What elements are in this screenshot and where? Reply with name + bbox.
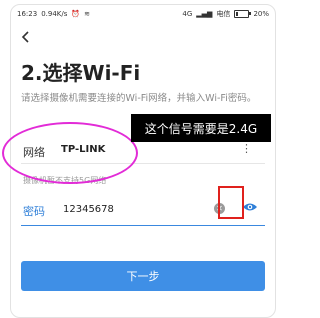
password-input[interactable]: 12345678 [63, 204, 114, 215]
signal-bars-icon: ▂▄▆ [196, 10, 213, 18]
password-label: 密码 [23, 205, 45, 218]
battery-icon [234, 10, 252, 18]
back-button[interactable] [18, 29, 34, 45]
signal-text: 4G [182, 10, 193, 18]
chevron-left-icon [21, 31, 29, 43]
highlight-ellipse [2, 122, 138, 184]
highlight-box [218, 186, 244, 219]
next-button[interactable]: 下一步 [21, 261, 265, 291]
page-description: 请选择摄像机需要连接的Wi-Fi网络，并输入Wi-Fi密码。 [21, 93, 257, 104]
more-options-icon[interactable]: ⋮ [241, 142, 252, 155]
eye-icon [243, 203, 257, 211]
status-bar: 16:23 0.94K/s ⏰ ≋ 4G ▂▄▆ 电信 20% [11, 5, 275, 23]
battery-percent: 20% [253, 10, 269, 18]
page-title: 2.选择Wi-Fi [21, 61, 141, 85]
carrier: 电信 [216, 10, 231, 18]
alarm-icon: ⏰ [71, 10, 81, 18]
status-time: 16:23 [17, 10, 38, 18]
annotation-callout: 这个信号需要是2.4G [131, 114, 271, 142]
password-underline [21, 225, 265, 226]
wifi-icon: ≋ [84, 10, 90, 18]
net-speed: 0.94K/s [41, 10, 68, 18]
